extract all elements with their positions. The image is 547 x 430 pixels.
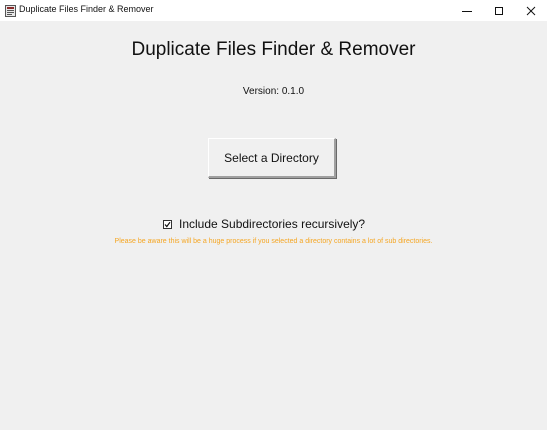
app-window-icon[interactable] [5, 4, 16, 17]
warning-text: Please be aware this will be a huge proc… [114, 238, 433, 245]
recursive-option[interactable]: Include Subdirectories recursively? [163, 216, 365, 232]
checkmark-icon [164, 221, 171, 227]
select-directory-button[interactable]: Select a Directory [208, 138, 336, 178]
app-window: Duplicate Files Finder & Remover Duplica… [0, 0, 547, 430]
maximize-icon [494, 6, 504, 16]
recursive-checkbox-label[interactable]: Include Subdirectories recursively? [179, 217, 365, 231]
main-content: Duplicate Files Finder & Remover Version… [0, 21, 547, 430]
close-button[interactable] [515, 0, 547, 21]
maximize-button[interactable] [483, 0, 515, 21]
recursive-checkbox[interactable] [163, 219, 172, 229]
minimize-button[interactable] [451, 0, 483, 21]
minimize-icon [462, 6, 472, 16]
title-bar[interactable]: Duplicate Files Finder & Remover [0, 0, 547, 21]
page-title: Duplicate Files Finder & Remover [131, 39, 416, 60]
window-title: Duplicate Files Finder & Remover [19, 4, 154, 14]
close-icon [526, 6, 536, 16]
version-label: Version: 0.1.0 [242, 86, 305, 97]
